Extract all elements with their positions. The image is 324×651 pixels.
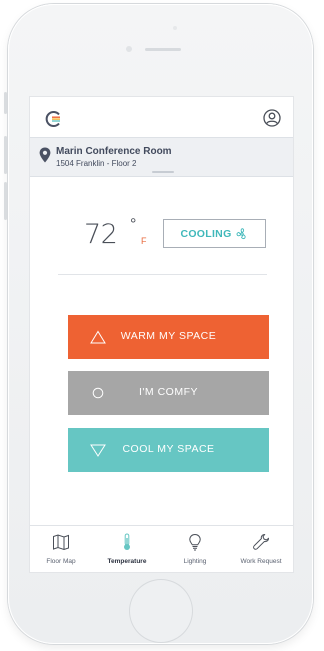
phone-side-button [4, 182, 7, 220]
phone-side-button [4, 136, 7, 174]
warm-my-space-button[interactable]: WARM MY SPACE [68, 315, 269, 359]
section-divider [58, 274, 267, 275]
room-address: 1504 Franklin - Floor 2 [56, 159, 137, 168]
hvac-mode-badge: COOLING [163, 219, 266, 248]
current-temperature: 72 [84, 219, 118, 250]
fan-icon [236, 227, 246, 239]
user-circle-icon[interactable] [263, 109, 281, 127]
tab-label: Lighting [183, 558, 207, 565]
app-header [30, 97, 293, 137]
cool-my-space-label: COOL MY SPACE [122, 443, 215, 455]
degree-symbol: ° [130, 216, 137, 233]
home-button[interactable] [129, 579, 193, 643]
wrench-icon [253, 533, 270, 550]
warm-my-space-label: WARM MY SPACE [120, 330, 217, 342]
proximity-sensor [126, 46, 132, 52]
app-screen: Marin Conference Room 1504 Franklin - Fl… [30, 97, 293, 572]
map-pin-icon [39, 147, 51, 163]
tab-work-request[interactable]: Work Request [230, 526, 292, 572]
phone-side-button [4, 92, 7, 114]
map-icon [53, 534, 69, 551]
tab-label: Temperature [107, 558, 147, 565]
drawer-handle[interactable] [152, 171, 174, 173]
temperature-unit: F [141, 236, 147, 246]
im-comfy-button[interactable]: I'M COMFY [68, 371, 269, 415]
hvac-mode-label: COOLING [180, 227, 232, 240]
tab-floor-map[interactable]: Floor Map [30, 526, 92, 572]
front-camera [173, 26, 177, 30]
tab-temperature[interactable]: Temperature [96, 526, 158, 572]
location-selector[interactable]: Marin Conference Room 1504 Franklin - Fl… [30, 137, 293, 177]
tab-label: Floor Map [46, 558, 76, 565]
cool-my-space-button[interactable]: COOL MY SPACE [68, 428, 269, 472]
im-comfy-label: I'M COMFY [139, 386, 198, 398]
room-name: Marin Conference Room [56, 146, 172, 157]
thermometer-icon [124, 533, 130, 550]
bottom-tab-bar: Floor Map Temperature Lighting Work Requ… [30, 525, 293, 572]
tab-lighting[interactable]: Lighting [164, 526, 226, 572]
earpiece-speaker [145, 48, 181, 51]
tab-label: Work Request [240, 558, 282, 565]
lightbulb-icon [189, 533, 201, 551]
brand-logo-icon [45, 111, 60, 127]
temperature-row: 72 ° F COOLING [30, 209, 293, 255]
